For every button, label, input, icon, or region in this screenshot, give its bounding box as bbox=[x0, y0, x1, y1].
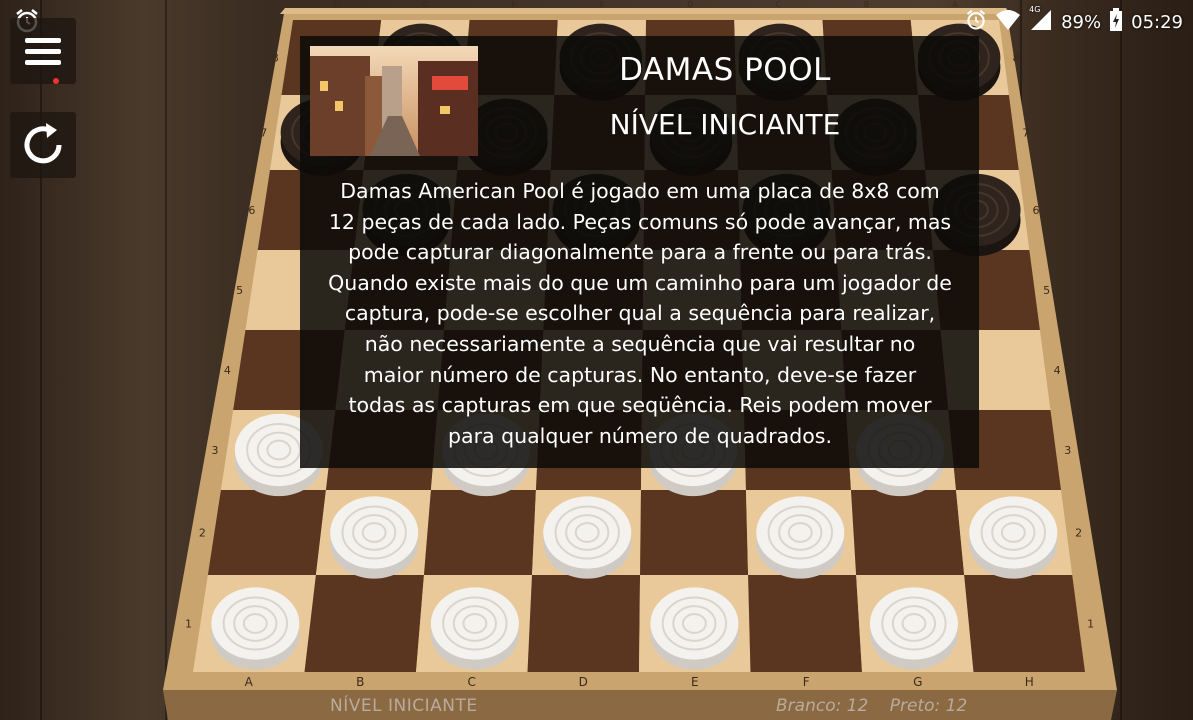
file-label-H: H bbox=[1025, 675, 1034, 689]
rules-line: Quando existe mais do que um caminho par… bbox=[328, 270, 952, 295]
rules-line: 12 peças de cada lado. Peças comuns só p… bbox=[328, 209, 952, 234]
rules-line: não necessariamente a sequência que vai … bbox=[364, 331, 916, 356]
rank-label-right-6: 6 bbox=[1033, 204, 1040, 217]
alarm-clock-icon bbox=[965, 9, 987, 36]
city-street-image bbox=[310, 46, 478, 156]
white-piece-B2[interactable] bbox=[330, 496, 419, 579]
rules-line: Damas American Pool é jogado em uma plac… bbox=[340, 179, 940, 203]
file-label-E: E bbox=[691, 675, 699, 689]
rank-label-right-1: 1 bbox=[1087, 618, 1094, 631]
board-square-C2[interactable] bbox=[423, 490, 536, 575]
clock-time: 05:29 bbox=[1131, 12, 1183, 33]
rules-line: pode capturar diagonalmente para a frent… bbox=[348, 240, 932, 265]
level-label: NÍVEL INICIANTE bbox=[330, 696, 478, 716]
dialog-title: DAMAS POOL bbox=[619, 52, 831, 88]
white-piece-C1[interactable] bbox=[430, 587, 519, 670]
white-piece-G1[interactable] bbox=[869, 587, 958, 670]
rank-label-2: 2 bbox=[199, 527, 206, 540]
board-square-F1[interactable] bbox=[748, 575, 862, 672]
file-label-G: G bbox=[913, 675, 922, 689]
board-square-E2[interactable] bbox=[640, 490, 749, 575]
board-square-A2[interactable] bbox=[207, 490, 326, 575]
rank-label-6: 6 bbox=[248, 204, 255, 217]
rank-label-8: 8 bbox=[272, 52, 279, 65]
rank-label-right-2: 2 bbox=[1075, 527, 1082, 540]
file-label-D: D bbox=[579, 675, 588, 689]
rank-label-4: 4 bbox=[224, 364, 231, 377]
score-counter: Branco: 12 Preto: 12 bbox=[776, 696, 983, 716]
white-piece-F2[interactable] bbox=[756, 496, 845, 579]
rank-label-right-8: 8 bbox=[1012, 52, 1019, 65]
black-count: Preto: 12 bbox=[889, 696, 968, 716]
file-label-A: A bbox=[245, 675, 254, 689]
rules-line: todas as capturas em que seqüência. Reis… bbox=[348, 393, 932, 418]
rank-label-7: 7 bbox=[260, 127, 267, 140]
rank-label-3: 3 bbox=[212, 444, 219, 457]
rank-label-right-5: 5 bbox=[1043, 284, 1050, 297]
battery-charging-icon bbox=[1109, 8, 1123, 37]
rules-line: maior número de capturas. No entanto, de… bbox=[363, 362, 917, 387]
info-dialog[interactable]: DAMAS POOL NÍVEL INICIANTE Damas America… bbox=[300, 36, 979, 468]
file-label-C: C bbox=[468, 675, 476, 689]
signal-icon: 4G bbox=[1029, 5, 1053, 36]
white-piece-A1[interactable] bbox=[211, 587, 300, 670]
white-count: Branco: 12 bbox=[776, 696, 869, 716]
white-piece-E1[interactable] bbox=[650, 587, 739, 670]
rank-label-right-3: 3 bbox=[1064, 444, 1071, 457]
dialog-subtitle: NÍVEL INICIANTE bbox=[609, 108, 841, 141]
rank-label-right-4: 4 bbox=[1054, 364, 1061, 377]
rank-label-right-7: 7 bbox=[1022, 127, 1029, 140]
file-label-F: F bbox=[803, 675, 810, 689]
white-piece-H2[interactable] bbox=[969, 496, 1058, 579]
wifi-icon bbox=[995, 9, 1021, 36]
restart-icon bbox=[24, 123, 62, 164]
battery-percent: 89% bbox=[1061, 12, 1102, 33]
rules-line: para qualquer número de quadrados. bbox=[448, 423, 832, 448]
board-square-B1[interactable] bbox=[304, 575, 424, 672]
board-square-H1[interactable] bbox=[964, 575, 1085, 672]
rules-line: captura, pode-se escolher qual a sequênc… bbox=[344, 301, 936, 326]
board-square-D1[interactable] bbox=[527, 575, 641, 672]
rules-description: Damas American Pool é jogado em uma plac… bbox=[314, 176, 966, 451]
board-square-G2[interactable] bbox=[850, 490, 965, 575]
notification-dot bbox=[53, 78, 59, 84]
rank-label-5: 5 bbox=[236, 284, 243, 297]
file-label-B: B bbox=[356, 675, 364, 689]
white-piece-D2[interactable] bbox=[543, 496, 632, 579]
menu-button[interactable] bbox=[10, 18, 76, 84]
status-bar: 4G 89% 05:29 bbox=[0, 0, 1193, 40]
restart-button[interactable] bbox=[10, 112, 76, 178]
rank-label-1: 1 bbox=[185, 618, 192, 631]
